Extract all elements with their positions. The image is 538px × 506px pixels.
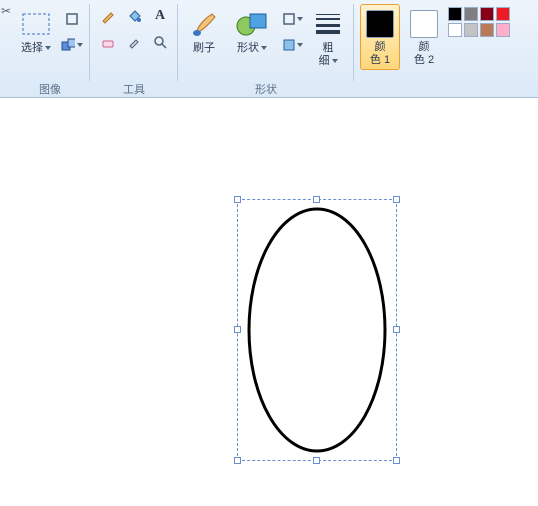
select-button[interactable]: 选择 xyxy=(16,4,56,70)
resize-handle-se[interactable] xyxy=(393,457,400,464)
resize-button[interactable] xyxy=(60,33,84,57)
resize-handle-n[interactable] xyxy=(313,196,320,203)
group-shapes-label: 形状 xyxy=(255,81,277,95)
color2-label: 颜 色 2 xyxy=(414,41,434,67)
group-image: 选择 图像 xyxy=(10,0,90,97)
palette-swatch[interactable] xyxy=(448,7,462,21)
resize-handle-w[interactable] xyxy=(234,326,241,333)
shapes-icon xyxy=(232,8,272,40)
resize-handle-sw[interactable] xyxy=(234,457,241,464)
resize-handle-ne[interactable] xyxy=(393,196,400,203)
magnifier-tool[interactable] xyxy=(148,30,172,54)
text-tool[interactable]: A xyxy=(148,4,172,28)
palette-swatch[interactable] xyxy=(448,23,462,37)
palette-swatch[interactable] xyxy=(480,7,494,21)
outline-button[interactable] xyxy=(280,7,304,31)
size-icon xyxy=(312,8,344,40)
size-button[interactable]: 粗 细 xyxy=(308,4,348,70)
group-colors: 颜 色 1 颜 色 2 xyxy=(354,0,516,97)
palette-swatch[interactable] xyxy=(496,23,510,37)
clipboard-slice: ✂ xyxy=(2,0,10,97)
canvas[interactable] xyxy=(0,98,538,506)
color-palette xyxy=(448,4,510,37)
group-tools: A 工具 xyxy=(90,0,178,97)
palette-swatch[interactable] xyxy=(464,23,478,37)
group-tools-label: 工具 xyxy=(123,81,145,95)
palette-swatch[interactable] xyxy=(480,23,494,37)
color1-swatch xyxy=(366,10,394,38)
resize-handle-s[interactable] xyxy=(313,457,320,464)
selection-box[interactable] xyxy=(237,199,397,461)
group-image-label: 图像 xyxy=(39,81,61,95)
pencil-tool[interactable] xyxy=(96,4,120,28)
resize-handle-e[interactable] xyxy=(393,326,400,333)
picker-tool[interactable] xyxy=(122,30,146,54)
group-shapes: 刷子 形状 粗 细 xyxy=(178,0,354,97)
fill-tool[interactable] xyxy=(122,4,146,28)
shapes-button[interactable]: 形状 xyxy=(228,4,276,70)
color2-swatch xyxy=(410,10,438,38)
brush-label: 刷子 xyxy=(193,42,215,55)
crop-button[interactable] xyxy=(60,7,84,31)
brush-icon xyxy=(188,8,220,40)
color1-label: 颜 色 1 xyxy=(370,41,390,67)
ribbon-toolbar: ✂ 选择 图像 xyxy=(0,0,538,98)
size-label: 粗 细 xyxy=(319,42,334,67)
eraser-tool[interactable] xyxy=(96,30,120,54)
select-icon xyxy=(20,8,52,40)
palette-swatch[interactable] xyxy=(464,7,478,21)
fill-style-button[interactable] xyxy=(280,33,304,57)
resize-handle-nw[interactable] xyxy=(234,196,241,203)
color1-button[interactable]: 颜 色 1 xyxy=(360,4,400,70)
shape-label: 形状 xyxy=(237,42,259,54)
brush-button[interactable]: 刷子 xyxy=(184,4,224,70)
select-label: 选择 xyxy=(21,42,43,54)
palette-swatch[interactable] xyxy=(496,7,510,21)
color2-button[interactable]: 颜 色 2 xyxy=(404,4,444,70)
